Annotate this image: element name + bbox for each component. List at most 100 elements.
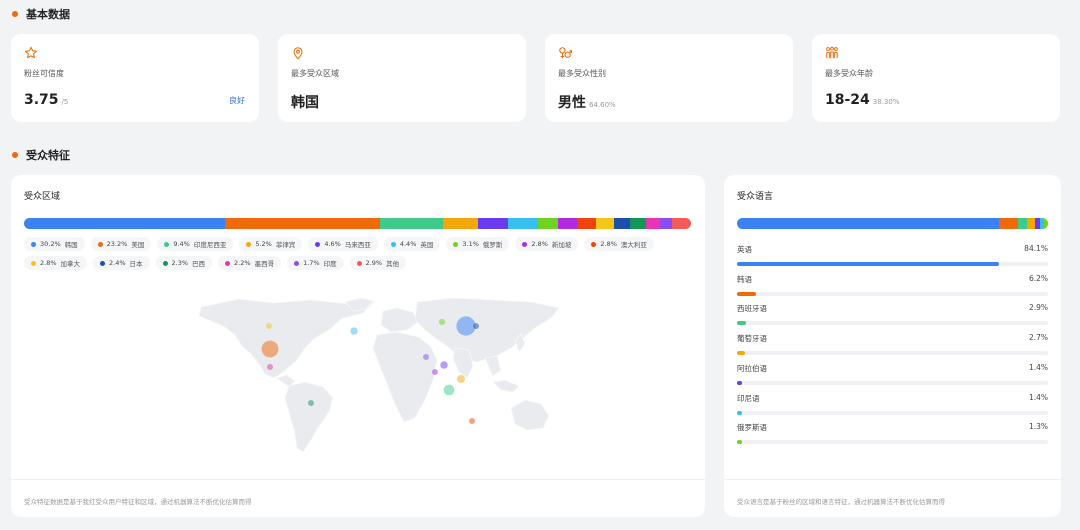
legend-dot [522, 241, 528, 247]
region-bubble [261, 340, 279, 358]
legend-name: 马来西亚 [344, 241, 371, 249]
region-bar-segment [671, 218, 691, 229]
region-bar-segment [477, 218, 509, 229]
legend-name: 俄罗斯 [482, 241, 503, 249]
legend-dot [453, 241, 459, 247]
card-value: 3.75 [24, 92, 59, 108]
language-name: 俄罗斯语 [737, 423, 767, 433]
region-bubble [443, 384, 455, 396]
card-label: 最多受众区域 [291, 69, 339, 78]
region-bubble [438, 318, 446, 326]
region-legend-item: 2.2% 墨西哥 [218, 256, 282, 270]
legend-dot [591, 241, 597, 247]
region-distribution-bar [24, 218, 691, 229]
language-progress-track [737, 321, 1048, 326]
world-map-land [198, 297, 560, 453]
region-bubble [267, 364, 273, 370]
region-bar-segment [442, 218, 478, 229]
region-legend-item: 30.2% 韩国 [24, 237, 85, 251]
region-footnote: 受众特征数据是基于我红受众用户特征和区域，通过机器算法不断优化估算而得 [11, 479, 705, 517]
language-progress-fill [737, 262, 999, 266]
basic-section-title: 基本数据 [12, 6, 70, 22]
region-legend-item: 2.9% 其他 [349, 256, 407, 270]
language-progress-fill [737, 321, 747, 326]
legend-dot [31, 241, 36, 247]
region-bubble [456, 316, 476, 336]
legend-dot [315, 241, 321, 247]
region-bar-segment [576, 218, 596, 229]
region-bubble [432, 369, 438, 375]
region-legend-item: 2.3% 巴西 [155, 256, 213, 270]
region-legend-item: 9.4% 印度尼西亚 [157, 237, 234, 251]
region-bar-segment [537, 218, 559, 229]
world-map [198, 297, 560, 453]
region-bar-segment [508, 218, 538, 229]
language-footnote: 受众语言是基于粉丝的区域和语言特征，通过机器算法不断优化估算而得 [724, 479, 1061, 517]
card-value: 韩国 [291, 95, 319, 111]
region-bubble [457, 375, 465, 383]
card-sub: 64.60% [589, 101, 616, 109]
region-bar-segment [558, 218, 577, 229]
legend-name: 其他 [386, 260, 400, 268]
region-legend-item: 5.2% 菲律宾 [239, 237, 303, 251]
legend-name: 韩国 [64, 241, 78, 249]
legend-dot [390, 241, 396, 247]
language-bar-segment [1017, 218, 1027, 229]
legend-name: 菲律宾 [275, 241, 296, 249]
legend-dot [162, 260, 168, 266]
language-row: 印尼语 1.4% [737, 393, 1048, 415]
language-pct: 2.9% [1028, 303, 1048, 313]
rating-tag: 良好 [229, 96, 245, 105]
language-progress-fill [737, 410, 742, 415]
legend-dot [225, 260, 231, 266]
region-title: 受众区域 [24, 192, 61, 202]
region-legend-item: 2.8% 加拿大 [24, 256, 88, 270]
section-dot [12, 152, 18, 158]
legend-dot [100, 260, 106, 266]
legend-name: 新加坡 [551, 241, 572, 249]
people-icon [826, 46, 838, 59]
region-bubble [423, 354, 429, 360]
section-dot [12, 11, 18, 17]
legend-pct: 9.4% [173, 240, 190, 248]
card-sub: /5 [61, 98, 69, 106]
region-legend-item: 2.4% 日本 [93, 256, 150, 270]
legend-pct: 23.2% [106, 240, 128, 248]
language-row: 阿拉伯语 1.4% [737, 363, 1048, 385]
card-sub: 38.30% [872, 98, 900, 106]
card-value: 18-24 [825, 92, 870, 108]
language-progress-fill [737, 380, 742, 385]
language-pct: 84.1% [1024, 244, 1048, 253]
language-bar-segment [998, 218, 1018, 229]
language-row: 葡萄牙语 2.7% [737, 333, 1048, 356]
legend-pct: 2.4% [109, 259, 126, 267]
legend-pct: 3.1% [462, 240, 479, 248]
legend-pct: 5.2% [255, 240, 272, 248]
legend-pct: 2.8% [40, 259, 57, 267]
language-panel: 受众语言 英语 84.1% 韩语 6.2% 西班牙语 2.9% 葡萄牙语 2.7% 阿拉伯语 1.… [724, 175, 1061, 517]
audience-title-text: 受众特征 [26, 149, 70, 162]
legend-name: 澳大利亚 [620, 241, 647, 249]
language-progress-track [737, 351, 1048, 356]
language-pct: 1.3% [1028, 422, 1048, 432]
region-bubble [266, 323, 272, 329]
language-bar-segment [1026, 218, 1036, 229]
legend-pct: 2.2% [234, 259, 251, 267]
language-progress-track [737, 380, 1048, 385]
legend-pct: 30.2% [40, 240, 61, 248]
region-bubble [440, 361, 448, 369]
language-name: 西班牙语 [737, 304, 767, 314]
legend-name: 印度 [323, 260, 337, 268]
region-legend: 30.2% 韩国 23.2% 美国 9.4% 印度尼西亚 5.2% 菲律宾 4.6% 马来西亚 4.… [24, 237, 684, 275]
top-region-card: 最多受众区域 韩国 [278, 34, 526, 122]
region-bar-segment [645, 218, 661, 229]
fan-credibility-card: 粉丝可信度 3.75/5 良好 [11, 34, 259, 122]
top-gender-card: 最多受众性别 男性 64.60% [545, 34, 793, 122]
top-age-card: 最多受众年龄 18-24 38.30% [812, 34, 1060, 122]
region-legend-item: 1.7% 印度 [287, 256, 344, 270]
legend-dot [246, 241, 252, 247]
region-bar-segment [24, 218, 226, 229]
region-bar-segment [630, 218, 646, 229]
language-row: 西班牙语 2.9% [737, 303, 1048, 326]
language-pct: 2.7% [1028, 333, 1048, 343]
